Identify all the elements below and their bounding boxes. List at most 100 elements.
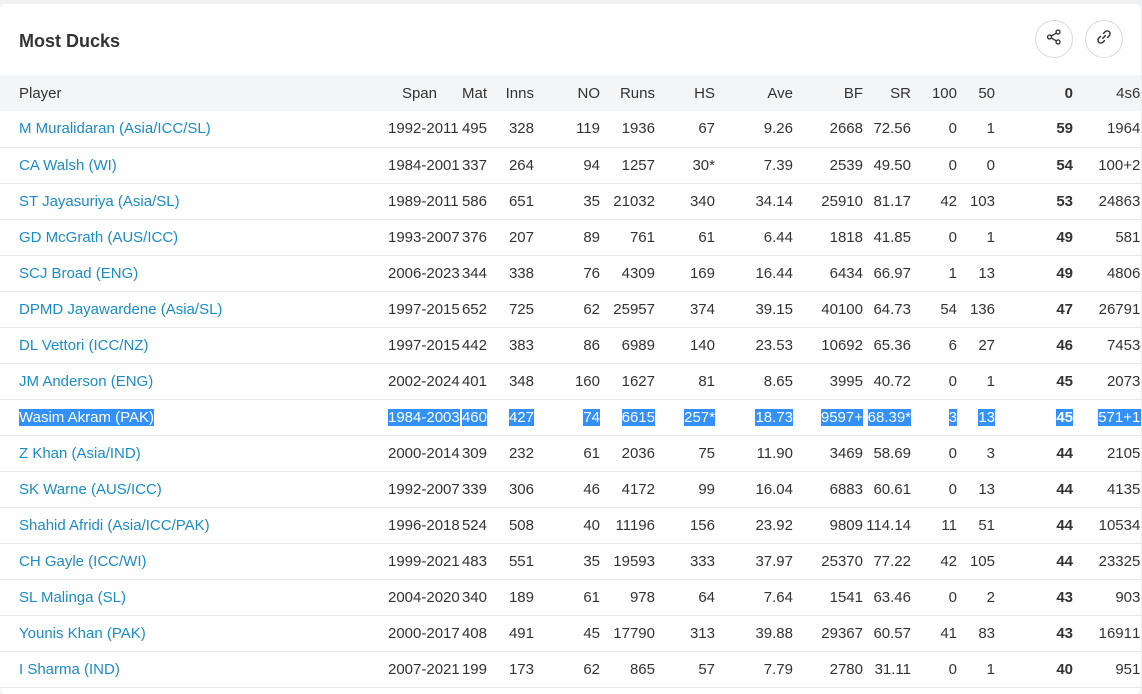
column-header-ave[interactable]: Ave xyxy=(715,75,793,111)
column-header-span[interactable]: Span xyxy=(388,75,437,111)
player-link[interactable]: JM Anderson (ENG) xyxy=(19,373,153,390)
share-button[interactable] xyxy=(1035,20,1073,58)
cell-value: 39.88 xyxy=(755,624,793,642)
cell-value: 1997-2015 xyxy=(388,336,460,354)
cell-value: 196 xyxy=(1106,120,1132,138)
cell-fifties: 136 xyxy=(957,291,995,327)
cell-value: 17790 xyxy=(613,624,655,642)
column-header-sixes[interactable]: 6s xyxy=(1132,75,1141,111)
cell-value: 3995 xyxy=(829,372,863,390)
column-header-fours[interactable]: 4s xyxy=(1073,75,1132,111)
cell-value: DL Vettori (ICC/NZ) xyxy=(19,336,149,354)
stats-card: Most Ducks Player Span Mat Inns NO Runs … xyxy=(0,4,1141,694)
cell-value: 1984-2001 xyxy=(388,156,460,174)
cell-value: 1627 xyxy=(621,372,655,390)
cell-hundreds: 0 xyxy=(911,111,957,147)
cell-value: 94 xyxy=(583,156,600,174)
cell-span: 1989-2011 xyxy=(388,183,459,219)
cell-value: 34.14 xyxy=(755,192,793,210)
cell-no: 61 xyxy=(534,579,600,615)
column-header-sr[interactable]: SR xyxy=(863,75,911,111)
player-link[interactable]: SCJ Broad (ENG) xyxy=(19,265,138,282)
cell-span: 2002-2024 xyxy=(388,363,460,399)
page-title: Most Ducks xyxy=(19,31,121,51)
cell-fifties: 3 xyxy=(957,435,995,471)
player-link[interactable]: DPMD Jayawardene (Asia/SL) xyxy=(19,301,222,318)
column-header-hundreds[interactable]: 100 xyxy=(911,75,957,111)
cell-value: I Sharma (IND) xyxy=(19,660,120,678)
column-header-inns[interactable]: Inns xyxy=(487,75,534,111)
cell-value: 2679 xyxy=(1098,300,1132,318)
cell-value: 6883 xyxy=(829,480,863,498)
cell-value: 2539 xyxy=(829,156,863,174)
player-link[interactable]: CH Gayle (ICC/WI) xyxy=(19,553,147,570)
player-link[interactable]: I Sharma (IND) xyxy=(19,661,120,678)
cell-sixes: 53 xyxy=(1132,435,1141,471)
cell-ducks: 59 xyxy=(995,111,1073,147)
column-header-hs[interactable]: HS xyxy=(655,75,715,111)
cell-player: Younis Khan (PAK) xyxy=(0,615,388,651)
cell-value: 61 xyxy=(583,444,600,462)
player-link[interactable]: GD McGrath (AUS/ICC) xyxy=(19,229,178,246)
column-header-no[interactable]: NO xyxy=(534,75,601,111)
column-header-fifties[interactable]: 50 xyxy=(957,75,995,111)
cell-value: 45 xyxy=(1056,372,1073,390)
cell-value: Shahid Afridi (Asia/ICC/PAK) xyxy=(19,516,210,534)
cell-value: 43 xyxy=(1056,624,1073,642)
cell-value: 264 xyxy=(508,156,534,174)
cell-runs: 19593 xyxy=(600,543,655,579)
column-header-mat[interactable]: Mat xyxy=(437,75,487,111)
cell-inns: 508 xyxy=(487,507,534,543)
cell-value: 53 xyxy=(1056,192,1073,210)
column-header-runs[interactable]: Runs xyxy=(600,75,655,111)
cell-value: GD McGrath (AUS/ICC) xyxy=(19,228,179,246)
cell-bf: 2539 xyxy=(793,147,863,183)
cell-span: 1984-2001 xyxy=(388,147,460,183)
player-link[interactable]: CA Walsh (WI) xyxy=(19,157,117,174)
cell-value: 41 xyxy=(1132,120,1141,138)
cell-value: 31.11 xyxy=(874,660,911,678)
copy-link-button[interactable] xyxy=(1085,20,1123,58)
cell-ave: 23.53 xyxy=(715,327,793,363)
cell-value: 652 xyxy=(461,300,487,318)
cell-value: 170 xyxy=(1132,300,1141,318)
cell-bf: 1541 xyxy=(793,579,863,615)
cell-span: 1984-2003 xyxy=(388,399,460,435)
player-link[interactable]: Younis Khan (PAK) xyxy=(19,625,146,642)
cell-value: 81 xyxy=(698,372,715,390)
cell-no: 89 xyxy=(534,219,600,255)
table-row: SK Warne (AUS/ICC) 1992-2007 339 306 46 4172 9… xyxy=(0,471,1141,507)
cell-player: M Muralidaran (Asia/ICC/SL) xyxy=(0,111,388,147)
cell-value: 46 xyxy=(583,480,600,498)
player-link[interactable]: Z Khan (Asia/IND) xyxy=(19,445,141,462)
cell-fifties: 13 xyxy=(957,471,995,507)
column-header-ducks[interactable]: 0 xyxy=(995,75,1073,111)
table-row: GD McGrath (AUS/ICC) 1993-2007 376 207 89 761… xyxy=(0,219,1141,255)
player-link[interactable]: DL Vettori (ICC/NZ) xyxy=(19,337,148,354)
cell-hs: 156 xyxy=(655,507,715,543)
cell-value: 0 xyxy=(948,228,957,246)
player-link[interactable]: Shahid Afridi (Asia/ICC/PAK) xyxy=(19,517,210,534)
player-link[interactable]: SK Warne (AUS/ICC) xyxy=(19,481,162,498)
cell-fours: 745 xyxy=(1073,327,1132,363)
cell-value: 66.97 xyxy=(873,264,911,282)
cell-value: 6989 xyxy=(621,336,655,354)
cell-bf: 3995 xyxy=(793,363,863,399)
column-header-player[interactable]: Player xyxy=(0,75,388,111)
cell-value: 306 xyxy=(508,480,534,498)
cell-hundreds: 11 xyxy=(911,507,957,543)
cell-sixes: 68 xyxy=(1132,255,1141,291)
player-link[interactable]: M Muralidaran (Asia/ICC/SL) xyxy=(19,120,211,137)
cell-value: 25370 xyxy=(821,552,863,570)
cell-value: 77.22 xyxy=(873,552,911,570)
cell-value: 571+ xyxy=(1098,408,1132,426)
player-link[interactable]: Wasim Akram (PAK) xyxy=(19,408,155,426)
cell-value: 3 xyxy=(948,408,957,426)
cell-value: Z Khan (Asia/IND) xyxy=(19,444,141,462)
cell-no: 61 xyxy=(534,435,600,471)
cell-fifties: 103 xyxy=(957,183,995,219)
player-link[interactable]: ST Jayasuriya (Asia/SL) xyxy=(19,193,180,210)
cell-hundreds: 41 xyxy=(911,615,957,651)
player-link[interactable]: SL Malinga (SL) xyxy=(19,589,126,606)
column-header-bf[interactable]: BF xyxy=(793,75,863,111)
